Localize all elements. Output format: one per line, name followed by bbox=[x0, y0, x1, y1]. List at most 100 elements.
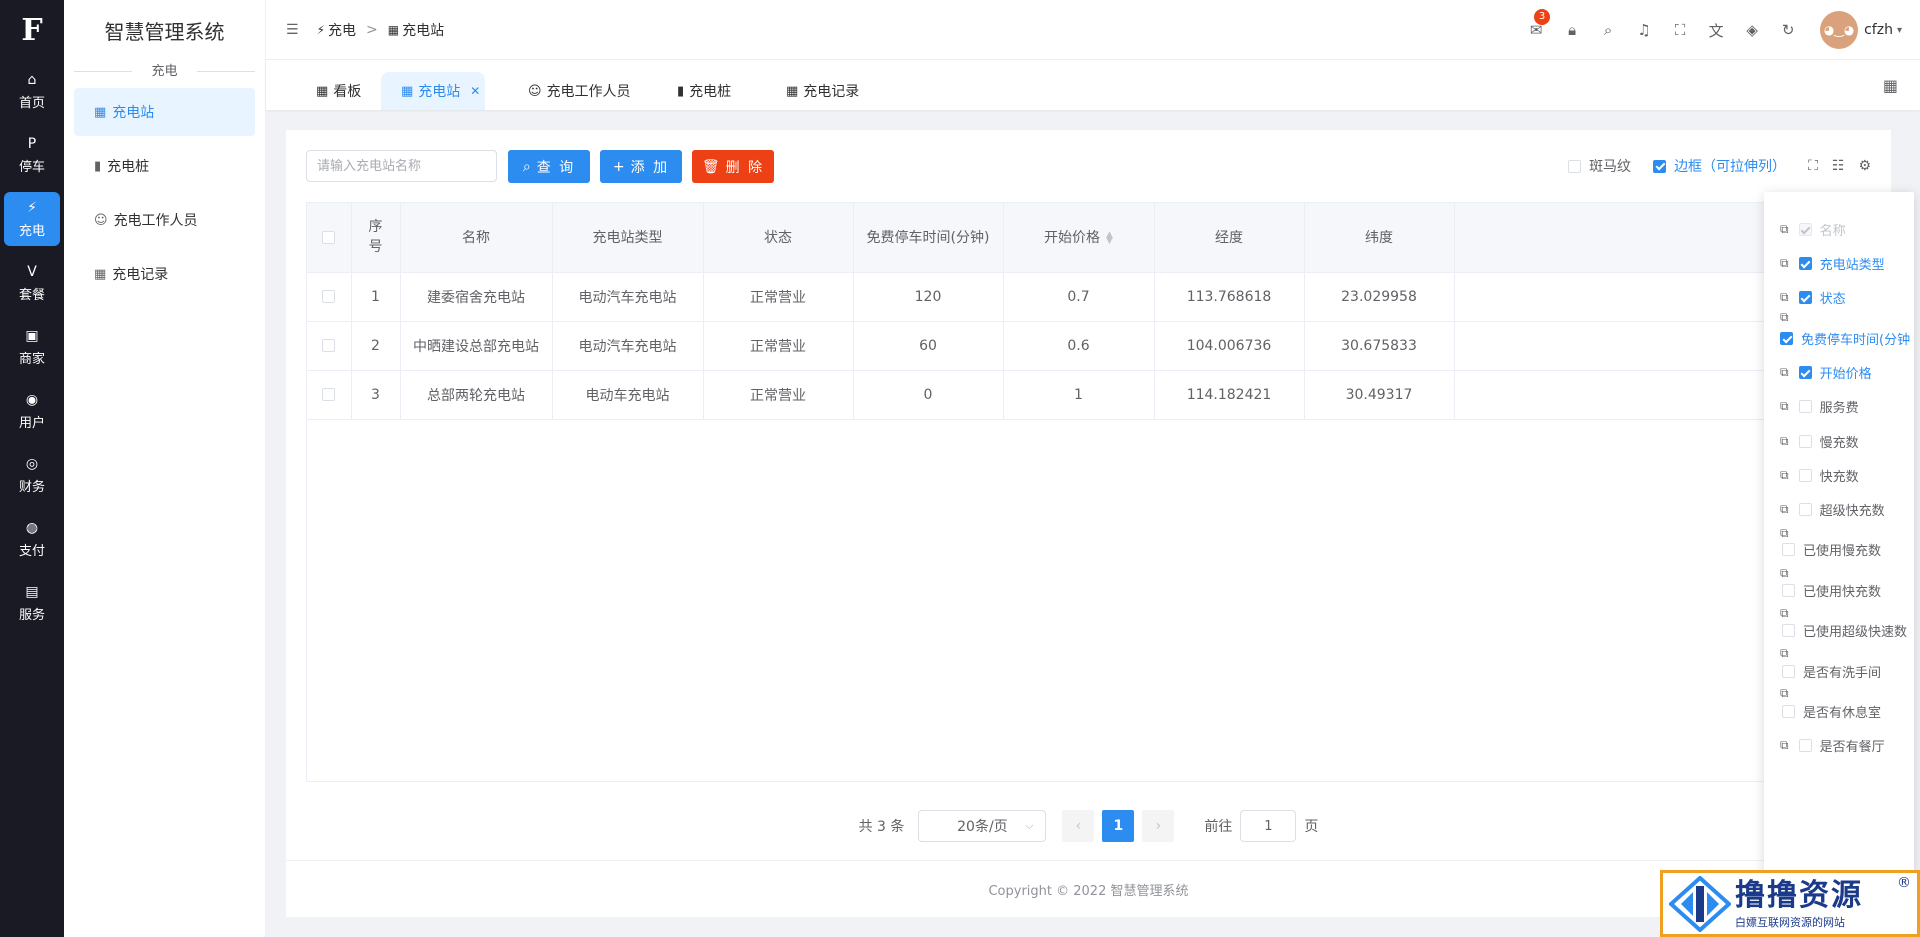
column-toggle-item[interactable]: 是否有休息室 bbox=[1782, 702, 1881, 721]
tab-dashboard[interactable]: ▦ 看板 bbox=[316, 72, 361, 110]
column-header-start-price[interactable]: 开始价格 ▲ ▼ bbox=[1003, 203, 1155, 273]
rail-item[interactable]: ◍ 支付 bbox=[4, 512, 60, 566]
notification-icon[interactable]: ✉ 3 bbox=[1518, 9, 1554, 39]
stripe-checkbox[interactable] bbox=[1568, 159, 1582, 173]
row-checkbox[interactable] bbox=[322, 339, 336, 352]
tab-charging-record[interactable]: ▦ 充电记录 bbox=[786, 72, 859, 110]
next-page-button[interactable]: › bbox=[1142, 810, 1175, 842]
column-toggle-item[interactable]: 是否有洗手间 bbox=[1782, 662, 1881, 681]
column-toggle-item[interactable]: ⧉ 开始价格 bbox=[1780, 363, 1872, 382]
column-checkbox[interactable] bbox=[1798, 366, 1812, 379]
drag-handle-icon[interactable]: ⧉ bbox=[1780, 365, 1789, 380]
breadcrumb-item-charging[interactable]: 充电 bbox=[328, 20, 356, 40]
drag-handle-icon[interactable]: ⧉ bbox=[1780, 290, 1789, 305]
prev-page-button[interactable]: ‹ bbox=[1062, 810, 1095, 842]
fullscreen-icon[interactable]: ⛶ bbox=[1662, 21, 1698, 39]
fullscreen-icon[interactable]: ⛶ bbox=[1808, 158, 1818, 174]
collapse-menu-icon[interactable]: ☰ bbox=[286, 22, 299, 38]
drag-handle-icon[interactable]: ⧉ bbox=[1780, 606, 1789, 621]
column-checkbox[interactable] bbox=[1798, 503, 1812, 516]
table-row[interactable]: 2 中晒建设总部充电站 电动汽车充电站 正常营业 60 0.6 104.006736 30.6… bbox=[307, 321, 1845, 371]
rail-item[interactable]: ⚡ 充电 bbox=[4, 192, 60, 246]
column-settings-icon[interactable]: ⚙ bbox=[1858, 158, 1871, 174]
column-checkbox[interactable] bbox=[1798, 739, 1812, 752]
apps-grid-icon[interactable]: ▦ bbox=[1883, 76, 1898, 95]
search-icon[interactable]: ⌕ bbox=[1590, 21, 1626, 39]
drag-handle-icon[interactable]: ⧉ bbox=[1780, 526, 1789, 541]
column-toggle-item[interactable]: 已使用快充数 bbox=[1782, 581, 1881, 600]
column-checkbox[interactable] bbox=[1780, 332, 1793, 345]
avatar[interactable]: ◕‿◕ bbox=[1820, 11, 1859, 49]
rail-item[interactable]: ▤ 服务 bbox=[4, 576, 60, 630]
row-checkbox[interactable] bbox=[322, 388, 336, 401]
column-toggle-item[interactable]: ⧉ 名称 bbox=[1780, 220, 1846, 239]
column-toggle-item[interactable]: ⧉ 慢充数 bbox=[1780, 432, 1859, 451]
drag-handle-icon[interactable]: ⧉ bbox=[1780, 738, 1789, 753]
translate-icon[interactable]: 文 bbox=[1698, 20, 1734, 41]
column-checkbox[interactable] bbox=[1798, 400, 1812, 413]
sidebar-item[interactable]: ☺ 充电工作人员 bbox=[74, 196, 255, 244]
drag-handle-icon[interactable]: ⧉ bbox=[1780, 468, 1789, 483]
add-button[interactable]: + 添 加 bbox=[600, 150, 682, 183]
column-toggle-item[interactable]: ⧉ 快充数 bbox=[1780, 466, 1859, 485]
rail-item[interactable]: V 套餐 bbox=[4, 256, 60, 310]
rail-item[interactable]: ◎ 财务 bbox=[4, 448, 60, 502]
tab-charging-pile[interactable]: ▮ 充电桩 bbox=[677, 72, 731, 110]
rail-item[interactable]: ◉ 用户 bbox=[4, 384, 60, 438]
sidebar-item[interactable]: ▦ 充电记录 bbox=[74, 250, 255, 298]
drag-handle-icon[interactable]: ⧉ bbox=[1780, 222, 1789, 237]
close-icon[interactable]: ✕ bbox=[470, 84, 480, 98]
column-checkbox[interactable] bbox=[1782, 665, 1795, 678]
query-button[interactable]: ⌕ 查 询 bbox=[508, 150, 590, 183]
drag-handle-icon[interactable]: ⧉ bbox=[1780, 434, 1789, 449]
sidebar-item[interactable]: ▮ 充电桩 bbox=[74, 142, 255, 190]
rail-item[interactable]: ▣ 商家 bbox=[4, 320, 60, 374]
drag-handle-icon[interactable]: ⧉ bbox=[1780, 399, 1789, 414]
column-checkbox[interactable] bbox=[1798, 435, 1812, 448]
refresh-icon[interactable]: ↻ bbox=[1770, 21, 1806, 39]
page-size-select[interactable]: 20条/页 ⌵ bbox=[918, 810, 1047, 842]
column-toggle-item[interactable]: ⧉ 状态 bbox=[1780, 288, 1846, 307]
table-row[interactable]: 1 建委宿舍充电站 电动汽车充电站 正常营业 120 0.7 113.768618 23.02… bbox=[307, 272, 1845, 322]
column-checkbox[interactable] bbox=[1782, 543, 1795, 556]
sidebar-item[interactable]: ▦ 充电站 bbox=[74, 88, 255, 136]
rail-item[interactable]: P 停车 bbox=[4, 128, 60, 182]
drag-handle-icon[interactable]: ⧉ bbox=[1780, 566, 1789, 581]
column-checkbox[interactable] bbox=[1798, 469, 1812, 482]
density-icon[interactable]: ☷ bbox=[1832, 158, 1845, 174]
drag-handle-icon[interactable]: ⧉ bbox=[1780, 502, 1789, 517]
border-checkbox[interactable] bbox=[1653, 159, 1667, 173]
column-toggle-item[interactable]: 免费停车时间(分钟 bbox=[1780, 329, 1910, 348]
stripe-label[interactable]: 斑马纹 bbox=[1589, 156, 1631, 176]
column-checkbox[interactable] bbox=[1798, 291, 1812, 304]
tab-charging-staff[interactable]: ☺ 充电工作人员 bbox=[528, 72, 631, 110]
select-all-checkbox[interactable] bbox=[322, 230, 336, 244]
drag-handle-icon[interactable]: ⧉ bbox=[1780, 310, 1789, 325]
column-toggle-item[interactable]: ⧉ 服务费 bbox=[1780, 397, 1859, 416]
table-row[interactable]: 3 总部两轮充电站 电动车充电站 正常营业 0 1 114.182421 30.49317 bbox=[307, 370, 1845, 420]
drag-handle-icon[interactable]: ⧉ bbox=[1780, 256, 1789, 271]
page-number[interactable]: 1 bbox=[1102, 810, 1135, 842]
column-toggle-item[interactable]: ⧉ 充电站类型 bbox=[1780, 254, 1885, 273]
username[interactable]: cfzh bbox=[1864, 22, 1893, 38]
lock-icon[interactable]: 🔒︎ bbox=[1554, 21, 1590, 39]
column-checkbox[interactable] bbox=[1782, 584, 1795, 597]
bell-icon[interactable]: ♫ bbox=[1626, 21, 1662, 39]
column-checkbox[interactable] bbox=[1782, 624, 1795, 637]
goto-page-input[interactable] bbox=[1240, 810, 1297, 842]
sort-icon[interactable]: ▲ ▼ bbox=[1106, 231, 1113, 246]
column-toggle-item[interactable]: 已使用慢充数 bbox=[1782, 540, 1881, 559]
tab-charging-station[interactable]: ▦ 充电站 ✕ bbox=[381, 72, 485, 110]
row-checkbox[interactable] bbox=[322, 290, 336, 303]
delete-button[interactable]: 🗑︎ 删 除 bbox=[692, 150, 774, 183]
chevron-down-icon[interactable]: ▾ bbox=[1897, 25, 1902, 36]
column-checkbox[interactable] bbox=[1782, 705, 1795, 718]
rail-item[interactable]: ⌂ 首页 bbox=[4, 64, 60, 118]
search-input[interactable] bbox=[306, 150, 497, 182]
column-toggle-item[interactable]: ⧉ 超级快充数 bbox=[1780, 500, 1885, 519]
border-label[interactable]: 边框（可拉伸列） bbox=[1674, 156, 1786, 176]
column-toggle-item[interactable]: ⧉ 是否有餐厅 bbox=[1780, 736, 1885, 755]
column-toggle-item[interactable]: 已使用超级快速数 bbox=[1782, 621, 1907, 640]
column-checkbox[interactable] bbox=[1798, 257, 1812, 270]
drag-handle-icon[interactable]: ⧉ bbox=[1780, 646, 1789, 661]
